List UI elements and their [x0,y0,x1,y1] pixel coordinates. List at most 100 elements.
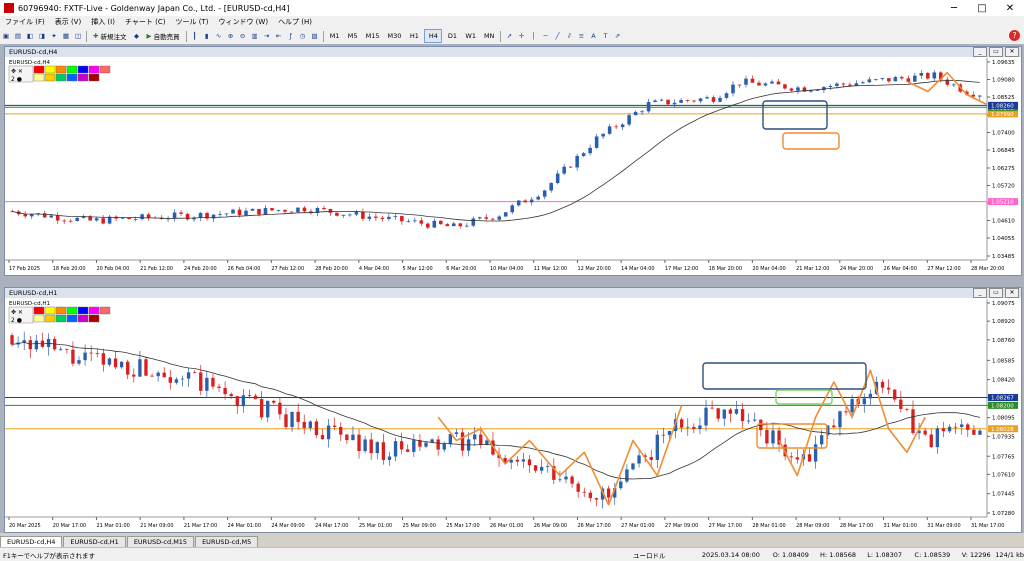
price-label: 1.07935 [992,434,1015,440]
maximize-icon[interactable]: □ [968,3,996,14]
autoscroll-icon[interactable]: ⇥ [262,30,272,42]
horizontal-line-icon[interactable]: ─ [540,30,550,42]
bar-chart-icon[interactable]: ┃ [190,30,200,42]
arrows-icon[interactable]: ⇗ [612,30,622,42]
candle-body [679,419,684,428]
new-order-button[interactable]: ✚ 新規注文 [90,29,130,43]
trendline-icon[interactable]: ╱ [552,30,562,42]
time-label: 27 Mar 09:00 [665,523,698,529]
window-close-button[interactable]: ✕ [1005,288,1019,298]
help-icon[interactable]: ? [1009,30,1020,41]
vertical-line-icon[interactable]: │ [528,30,538,42]
period-h1[interactable]: H1 [406,30,422,42]
candle-body [497,216,502,220]
chart-shift-icon[interactable]: ⇤ [274,30,284,42]
periods-icon[interactable]: ◷ [298,30,308,42]
new-chart-icon[interactable]: ▣ [1,30,11,42]
candle-body [542,190,547,197]
period-m30[interactable]: M30 [385,30,405,42]
candle-body [296,207,300,212]
minimize-icon[interactable]: ─ [940,3,968,14]
period-d1[interactable]: D1 [444,30,460,42]
tester-icon[interactable]: ◫ [73,30,83,42]
data-window-icon[interactable]: ◨ [37,30,47,42]
indicators-icon[interactable]: ƒ [286,30,296,42]
status-bar: F1キーでヘルプが表示されます ユーロドル 2025.03.14 08:00 O… [0,547,1024,561]
period-mn[interactable]: MN [481,30,497,42]
templates-icon[interactable]: ▧ [310,30,320,42]
time-label: 27 Mar 01:00 [621,523,654,529]
tab-eurusd-m5[interactable]: EURUSD-cd,M5 [195,536,259,547]
toolbar-separator [86,30,87,42]
window-close-button[interactable]: ✕ [1005,47,1019,57]
candle-body [899,399,903,409]
zoom-in-icon[interactable]: ⊕ [226,30,236,42]
candle-body [113,358,118,368]
channel-icon[interactable]: ⫽ [564,30,574,42]
label-icon[interactable]: T [600,30,610,42]
candle-body [809,90,813,92]
status-low: L: 1.08307 [867,550,903,559]
period-m1[interactable]: M1 [327,30,343,42]
window-restore-button[interactable]: ▭ [989,288,1003,298]
menu-insert[interactable]: 挿入 (I) [86,17,120,27]
terminal-icon[interactable]: ▦ [61,30,71,42]
close-icon[interactable]: ✕ [996,3,1024,14]
tab-eurusd-h4[interactable]: EURUSD-cd,H4 [0,536,63,547]
window-minimize-button[interactable]: _ [973,288,987,298]
menu-window[interactable]: ウィンドウ (W) [213,17,273,27]
color-swatch [66,314,78,323]
window-minimize-button[interactable]: _ [973,47,987,57]
candle-body [424,442,428,447]
tab-eurusd-h1[interactable]: EURUSD-cd,H1 [63,536,126,547]
tab-eurusd-m15[interactable]: EURUSD-cd,M15 [126,536,195,547]
candle-body [229,394,233,397]
fibonacci-icon[interactable]: ≡ [576,30,586,42]
price-chart-h4[interactable]: 1.096351.090801.085251.079551.074001.068… [5,58,1021,274]
market-watch-icon[interactable]: ◧ [25,30,35,42]
period-m5[interactable]: M5 [345,30,361,42]
navigator-icon[interactable]: ✦ [49,30,59,42]
cursor-icon[interactable]: ➚ [504,30,514,42]
candle-body [445,224,450,227]
text-icon[interactable]: A [588,30,598,42]
candle-body [633,111,638,116]
profiles-icon[interactable]: ▤ [13,30,23,42]
color-swatch [88,73,100,82]
metaeditor-icon[interactable]: ◆ [132,30,142,42]
color-swatch [55,73,67,82]
time-label: 21 Mar 12:00 [796,266,829,272]
crosshair-icon[interactable]: ✛ [516,30,526,42]
price-label: 1.08920 [992,319,1015,325]
color-swatch [66,65,78,74]
color-swatch [55,65,67,74]
auto-trade-button[interactable]: ▶ 自動売買 [144,29,183,43]
price-label: 1.07765 [992,454,1015,460]
candle-body [432,220,437,228]
menu-tools[interactable]: ツール (T) [170,17,213,27]
tile-icon[interactable]: ▥ [250,30,260,42]
candle-body [289,211,294,213]
candle-body [133,219,138,220]
menu-file[interactable]: ファイル (F) [0,17,50,27]
candle-body [929,434,933,448]
candle-body [363,439,367,452]
period-w1[interactable]: W1 [462,30,479,42]
zoom-out-icon[interactable]: ⊖ [238,30,248,42]
line-chart-icon[interactable]: ∿ [214,30,224,42]
window-restore-button[interactable]: ▭ [989,47,1003,57]
candles-icon[interactable]: ▮ [202,30,212,42]
candle-body [515,459,519,462]
time-label: 31 Mar 01:00 [884,523,917,529]
candle-body [458,223,463,227]
period-h4[interactable]: H4 [424,29,443,43]
candle-body [972,429,976,435]
menu-chart[interactable]: チャート (C) [120,17,171,27]
period-m15[interactable]: M15 [363,30,383,42]
candle-body [477,217,482,219]
candle-body [672,102,677,105]
menu-help[interactable]: ヘルプ (H) [273,17,317,27]
price-chart-h1[interactable]: 1.09075 1.08920 1.08760 1.08585 1.08420 1.082… [5,299,1021,531]
candle-body [322,207,326,209]
menu-view[interactable]: 表示 (V) [50,17,86,27]
